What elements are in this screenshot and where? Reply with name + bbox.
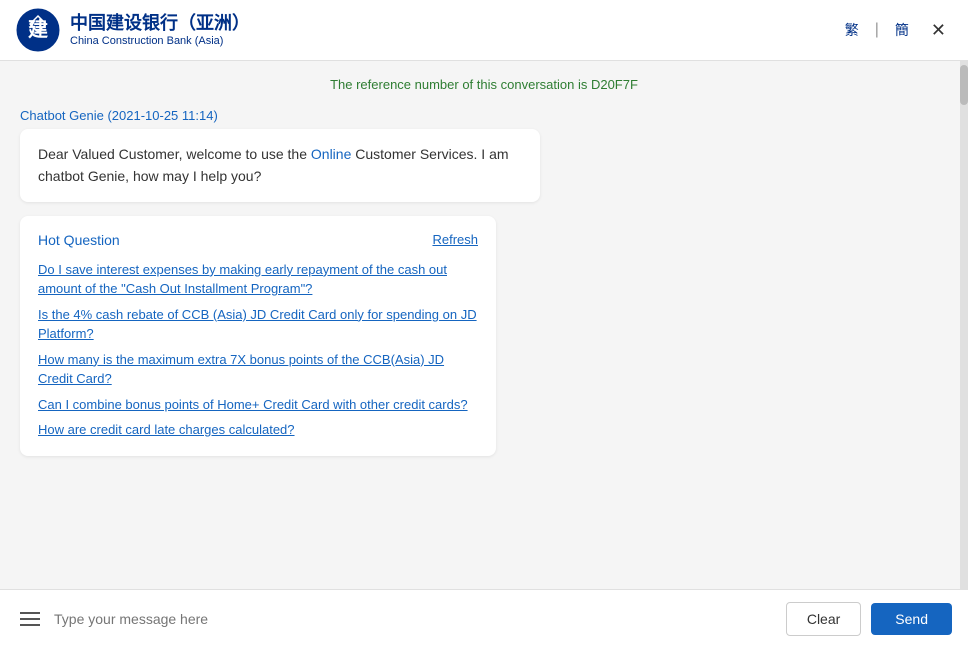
hot-question-link-3[interactable]: How many is the maximum extra 7X bonus p… (38, 350, 478, 389)
logo-area: 建 中国建设银行（亚洲） China Construction Bank (As… (16, 8, 250, 52)
hot-question-link-5[interactable]: How are credit card late charges calcula… (38, 420, 478, 440)
menu-icon[interactable] (16, 608, 44, 630)
clear-button[interactable]: Clear (786, 602, 861, 636)
hot-question-header: Hot Question Refresh (38, 232, 478, 248)
refresh-button[interactable]: Refresh (432, 232, 478, 247)
chatbot-label: Chatbot Genie (2021-10-25 11:14) (20, 108, 540, 123)
svg-text:建: 建 (28, 17, 48, 41)
chat-section: Chatbot Genie (2021-10-25 11:14) Dear Va… (0, 108, 560, 456)
reference-message: The reference number of this conversatio… (0, 77, 968, 92)
hot-question-title: Hot Question (38, 232, 120, 248)
input-area: Clear Send (0, 589, 968, 647)
chat-bubble: Dear Valued Customer, welcome to use the… (20, 129, 540, 202)
header: 建 中国建设银行（亚洲） China Construction Bank (As… (0, 0, 968, 61)
hot-question-box: Hot Question Refresh Do I save interest … (20, 216, 496, 456)
lang-divider: | (875, 21, 879, 39)
message-input[interactable] (54, 607, 776, 631)
lang-traditional-btn[interactable]: 繁 (839, 18, 865, 42)
lang-simplified-btn[interactable]: 簡 (889, 18, 915, 42)
logo-text: 中国建设银行（亚洲） China Construction Bank (Asia… (70, 13, 250, 47)
ccb-logo-icon: 建 (16, 8, 60, 52)
logo-english: China Construction Bank (Asia) (70, 35, 250, 47)
welcome-text-highlight: Online (311, 146, 351, 162)
hot-question-link-4[interactable]: Can I combine bonus points of Home+ Cred… (38, 395, 478, 415)
header-right: 繁 | 簡 ✕ (839, 18, 952, 43)
logo-chinese: 中国建设银行（亚洲） (70, 13, 250, 35)
close-button[interactable]: ✕ (925, 18, 952, 43)
scrollbar-thumb[interactable] (960, 65, 968, 105)
chat-container: The reference number of this conversatio… (0, 61, 968, 589)
hot-question-links: Do I save interest expenses by making ea… (38, 260, 478, 440)
welcome-text-part1: Dear Valued Customer, welcome to use the (38, 146, 311, 162)
scrollbar-track[interactable] (960, 61, 968, 589)
send-button[interactable]: Send (871, 603, 952, 635)
hot-question-link-2[interactable]: Is the 4% cash rebate of CCB (Asia) JD C… (38, 305, 478, 344)
hot-question-link-1[interactable]: Do I save interest expenses by making ea… (38, 260, 478, 299)
